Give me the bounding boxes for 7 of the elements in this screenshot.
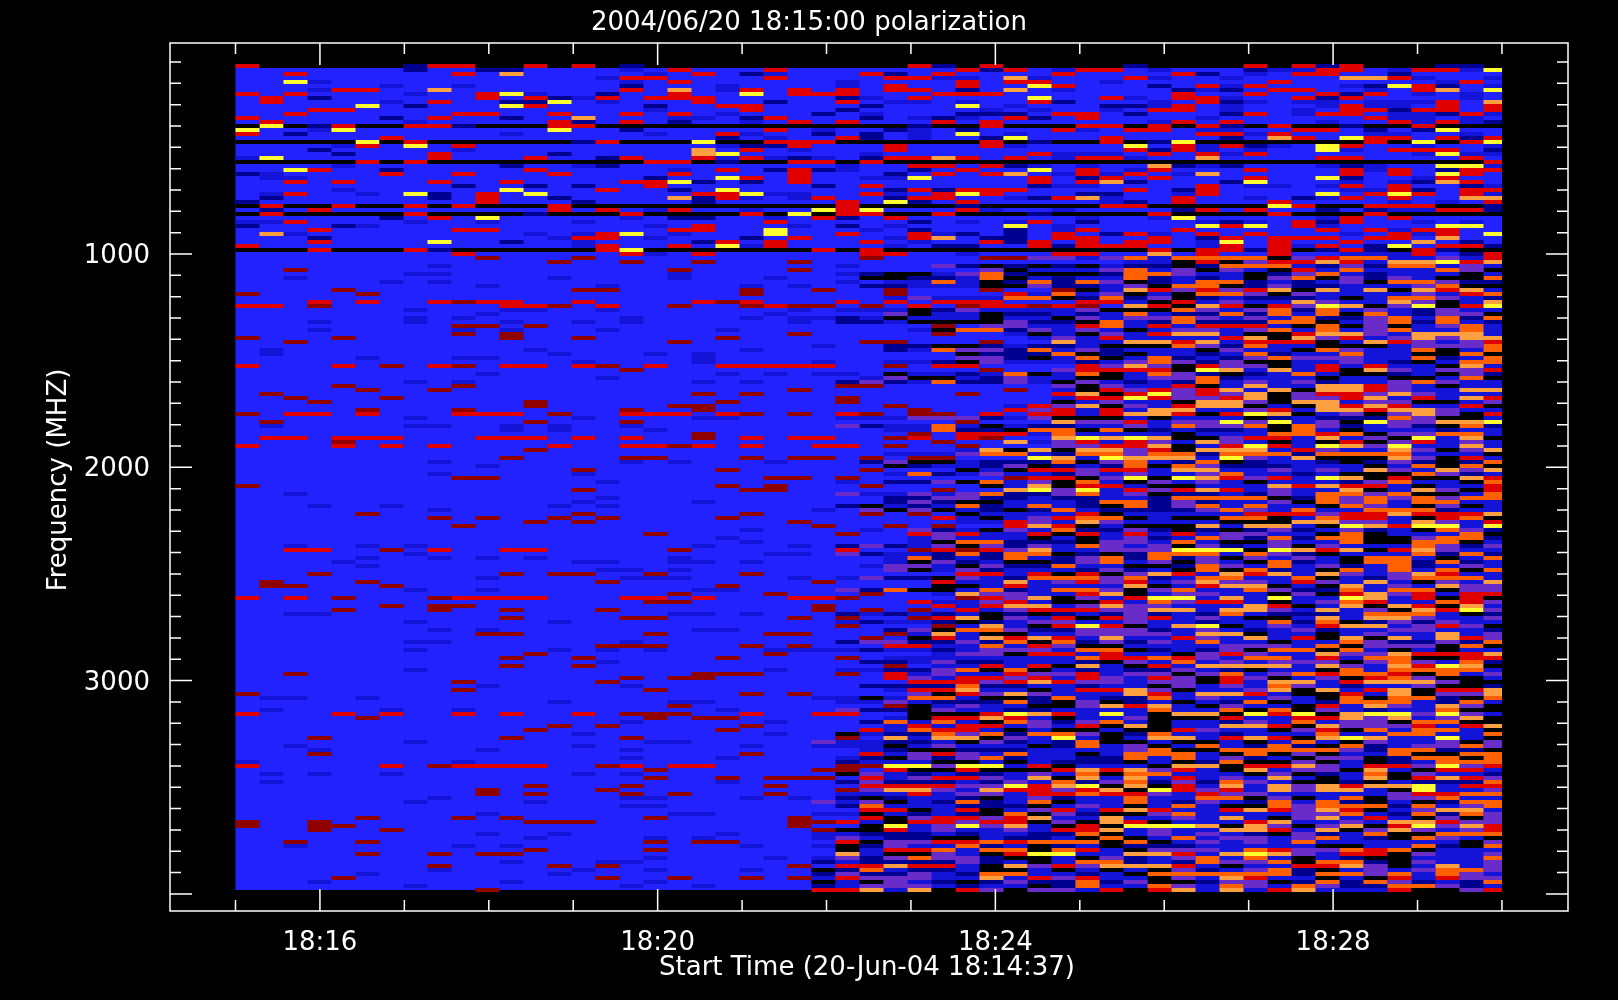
y-axis-label: Frequency (MHZ)	[42, 368, 72, 592]
y-tick-label: 1000	[83, 239, 150, 269]
y-tick-label: 3000	[83, 665, 150, 696]
x-tick-label: 18:28	[1295, 926, 1371, 956]
chart-title: 2004/06/20 18:15:00 polarization	[591, 6, 1027, 36]
y-tick-label: 2000	[83, 452, 150, 483]
x-tick-label: 18:16	[282, 926, 358, 956]
